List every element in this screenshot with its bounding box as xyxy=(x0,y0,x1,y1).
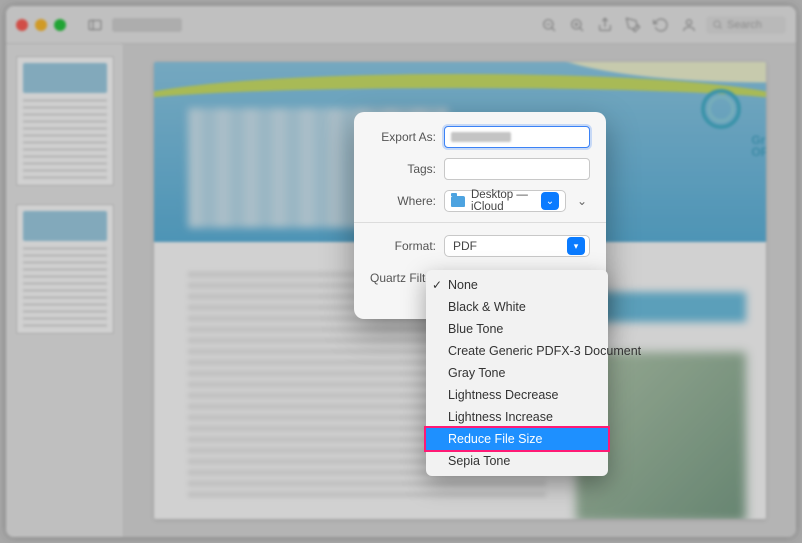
window-close-button[interactable] xyxy=(16,19,28,31)
brand-text-2: OF xyxy=(751,146,766,158)
filter-option-sepia-tone[interactable]: Sepia Tone xyxy=(426,450,608,472)
document-title xyxy=(112,18,182,32)
sidebar-toggle-icon[interactable] xyxy=(84,14,106,36)
filter-option-black-white[interactable]: Black & White xyxy=(426,296,608,318)
filter-option-none[interactable]: None xyxy=(426,274,608,296)
page-thumbnail[interactable] xyxy=(16,56,114,186)
window-minimize-button[interactable] xyxy=(35,19,47,31)
format-select[interactable]: PDF ▾ xyxy=(444,235,590,257)
where-expand-button[interactable]: ⌄ xyxy=(574,193,590,209)
format-value: PDF xyxy=(453,239,477,253)
filter-option-gray-tone[interactable]: Gray Tone xyxy=(426,362,608,384)
rotate-icon[interactable] xyxy=(650,14,672,36)
traffic-lights xyxy=(16,19,66,31)
where-label: Where: xyxy=(370,194,436,208)
brand-logo-icon xyxy=(698,86,744,132)
filter-option-pdfx3[interactable]: Create Generic PDFX-3 Document xyxy=(426,340,608,362)
thumbnail-sidebar xyxy=(6,44,124,537)
zoom-in-icon[interactable] xyxy=(566,14,588,36)
zoom-out-icon[interactable] xyxy=(538,14,560,36)
toolbar-search-placeholder: Search xyxy=(727,19,762,31)
markup-icon[interactable] xyxy=(622,14,644,36)
filter-option-blue-tone[interactable]: Blue Tone xyxy=(426,318,608,340)
export-as-label: Export As: xyxy=(370,130,436,144)
tags-field[interactable] xyxy=(444,158,590,180)
format-label: Format: xyxy=(370,239,436,253)
quartz-filter-menu: None Black & White Blue Tone Create Gene… xyxy=(426,270,608,476)
where-select[interactable]: Desktop — iCloud ⌄ xyxy=(444,190,566,212)
page-thumbnail[interactable] xyxy=(16,204,114,334)
export-as-field[interactable] xyxy=(444,126,590,148)
filter-option-reduce-file-size[interactable]: Reduce File Size xyxy=(426,428,608,450)
filter-option-lightness-decrease[interactable]: Lightness Decrease xyxy=(426,384,608,406)
filter-option-lightness-increase[interactable]: Lightness Increase xyxy=(426,406,608,428)
tags-label: Tags: xyxy=(370,162,436,176)
chevron-updown-icon: ▾ xyxy=(567,237,585,255)
window-zoom-button[interactable] xyxy=(54,19,66,31)
share-icon[interactable] xyxy=(594,14,616,36)
where-dropdown-icon: ⌄ xyxy=(541,192,559,210)
folder-icon xyxy=(451,196,465,207)
toolbar-search[interactable]: Search xyxy=(706,16,786,34)
titlebar: Search xyxy=(6,6,796,44)
where-value: Desktop — iCloud xyxy=(471,189,535,213)
export-filename-value xyxy=(451,132,511,142)
account-icon[interactable] xyxy=(678,14,700,36)
